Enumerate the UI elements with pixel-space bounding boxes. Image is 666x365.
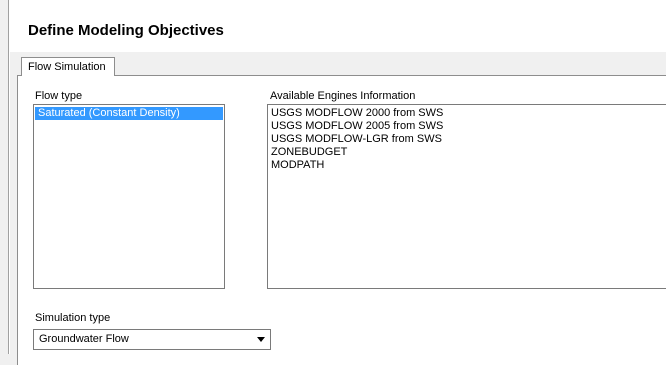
window-border-highlight [9, 0, 10, 354]
tab-flow-simulation[interactable]: Flow Simulation [21, 57, 115, 76]
flow-type-item[interactable]: Saturated (Constant Density) [35, 107, 223, 120]
simulation-type-value: Groundwater Flow [39, 333, 129, 345]
dialog-header: Define Modeling Objectives [10, 0, 666, 52]
engine-item[interactable]: MODPATH [269, 159, 666, 172]
engine-item[interactable]: USGS MODFLOW 2005 from SWS [269, 120, 666, 133]
engine-item[interactable]: USGS MODFLOW 2000 from SWS [269, 107, 666, 120]
simulation-type-label: Simulation type [35, 312, 111, 324]
simulation-type-select[interactable]: Groundwater Flow [33, 329, 271, 350]
page-title: Define Modeling Objectives [28, 22, 224, 39]
engines-label: Available Engines Information [270, 90, 416, 102]
dropdown-arrow-icon[interactable] [257, 337, 265, 342]
engines-list[interactable]: USGS MODFLOW 2000 from SWS USGS MODFLOW … [267, 104, 666, 289]
flow-type-label: Flow type [35, 90, 83, 102]
window-left-edge [0, 0, 8, 354]
flow-type-list[interactable]: Saturated (Constant Density) [33, 104, 225, 289]
engine-item[interactable]: ZONEBUDGET [269, 146, 666, 159]
engine-item[interactable]: USGS MODFLOW-LGR from SWS [269, 133, 666, 146]
